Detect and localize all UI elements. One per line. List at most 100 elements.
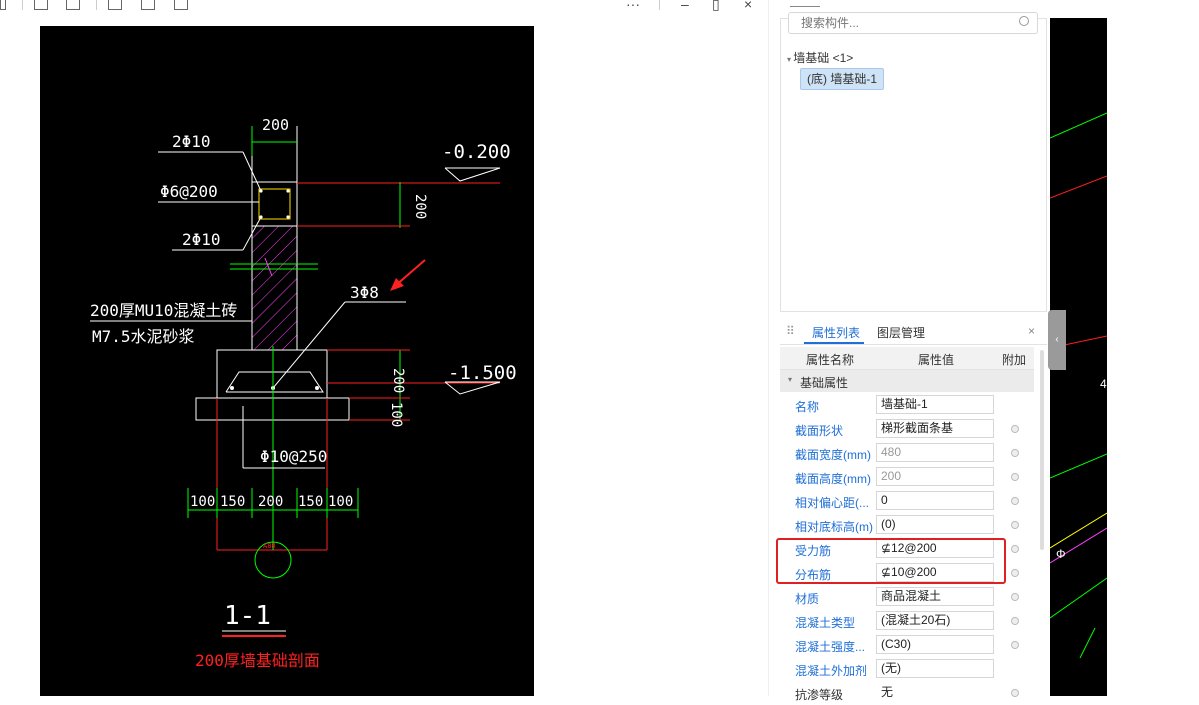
prop-value[interactable]: (混凝土20石) — [876, 611, 994, 630]
tree-root-label: 墙基础 <1> — [793, 51, 854, 65]
cad-drawing-viewport[interactable]: 200 -0.200 200 2Φ10 Φ6@200 2Φ10 200厚MU10… — [40, 26, 534, 696]
tab-property-list[interactable]: 属性列表 — [812, 324, 860, 341]
prop-row[interactable]: 截面形状 梯形截面条基 — [780, 417, 1034, 441]
prop-value[interactable]: (无) — [876, 659, 994, 678]
wall-label-2: M7.5水泥砂浆 — [92, 327, 195, 346]
prop-row[interactable]: 抗渗等级 无 — [780, 681, 1034, 705]
prop-row[interactable]: 混凝土强度... (C30) — [780, 633, 1034, 657]
prop-row[interactable]: 混凝土外加剂 (无) — [780, 657, 1034, 681]
extra-checkbox[interactable] — [1011, 497, 1019, 505]
col-value: 属性值 — [918, 353, 955, 367]
dim-bottom-5: 100 — [328, 494, 353, 510]
prop-row[interactable]: 相对偏心距(... 0 — [780, 489, 1034, 513]
edit-icon[interactable] — [66, 0, 80, 10]
prop-value[interactable]: 0 — [876, 491, 994, 510]
component-search-input[interactable] — [799, 13, 1013, 33]
extra-checkbox[interactable] — [1011, 593, 1019, 601]
prop-value[interactable]: 200 — [876, 467, 994, 486]
dim-top: 200 — [262, 116, 289, 134]
toolbar-divider — [96, 0, 97, 10]
prop-name: 材质 — [795, 592, 820, 606]
prop-value[interactable]: (C30) — [876, 635, 994, 654]
maximize-button[interactable]: ▯ — [712, 0, 720, 11]
dim-beam: 200 — [412, 194, 428, 219]
prop-value[interactable]: 480 — [876, 443, 994, 462]
prop-name: 截面宽度(mm) — [795, 448, 871, 462]
bottom-rebar-label: Φ10@250 — [260, 447, 327, 466]
section-mark: 1-1 — [224, 601, 271, 631]
rebar-bottom-label: 2Φ10 — [182, 230, 221, 249]
group-collapse-icon[interactable]: ▾ — [788, 375, 792, 384]
dim-cushion: 100 — [388, 402, 404, 427]
prop-row[interactable]: 相对底标高(m) (0) — [780, 513, 1034, 537]
props-table-header: 属性名称 属性值 附加 — [780, 347, 1034, 370]
elev-bottom: -1.500 — [448, 362, 517, 384]
tab-layer-management[interactable]: 图层管理 — [877, 324, 925, 341]
extra-checkbox[interactable] — [1011, 521, 1019, 529]
dim-bottom-4: 150 — [298, 494, 323, 510]
toolbar-divider — [22, 0, 23, 10]
axis-circle-label: A88 — [263, 542, 276, 550]
extra-checkbox[interactable] — [1011, 545, 1019, 553]
minimize-button[interactable]: – — [681, 0, 689, 11]
transform-icon[interactable] — [141, 0, 155, 10]
extra-checkbox[interactable] — [1011, 425, 1019, 433]
panel-top-icons[interactable] — [790, 0, 820, 7]
prop-row[interactable]: 截面高度(mm) 200 — [780, 465, 1034, 489]
rebar-3-label: 3Φ8 — [350, 283, 379, 302]
elev-top: -0.200 — [442, 141, 511, 163]
highlight-box — [776, 538, 1006, 584]
prop-name: 截面高度(mm) — [795, 472, 871, 486]
extra-checkbox[interactable] — [1011, 569, 1019, 577]
prop-value[interactable]: 商品混凝土 — [876, 587, 994, 606]
svg-text:4: 4 — [1100, 377, 1107, 391]
new-icon[interactable] — [34, 0, 48, 10]
drawing-caption: 200厚墙基础剖面 — [195, 651, 320, 670]
svg-text:Φ: Φ — [1056, 547, 1066, 561]
close-button[interactable]: × — [744, 0, 752, 11]
col-name: 属性名称 — [806, 353, 855, 367]
prop-name: 相对底标高(m) — [795, 520, 873, 534]
prop-value[interactable]: (0) — [876, 515, 994, 534]
foundation-section-drawing: 200 -0.200 200 2Φ10 Φ6@200 2Φ10 200厚MU10… — [90, 116, 517, 670]
rebar-top-label: 2Φ10 — [172, 132, 211, 151]
stirrup-label: Φ6@200 — [160, 182, 218, 201]
prop-value[interactable]: 无 — [876, 683, 994, 702]
toolbar-divider — [659, 0, 660, 10]
extra-checkbox[interactable] — [1011, 449, 1019, 457]
tree-root-wall-foundation[interactable]: ▾ 墙基础 <1> — [787, 49, 853, 66]
prop-value[interactable]: 墙基础-1 — [876, 395, 994, 414]
close-icon[interactable]: × — [1028, 324, 1035, 338]
extra-checkbox[interactable] — [1011, 473, 1019, 481]
window-divider — [768, 0, 769, 696]
extra-checkbox[interactable] — [1011, 617, 1019, 625]
prop-name: 混凝土外加剂 — [795, 664, 868, 678]
search-icon[interactable] — [1019, 16, 1029, 26]
download-icon[interactable] — [174, 0, 188, 10]
group-basic-properties[interactable]: ▾ 基础属性 — [780, 370, 1034, 392]
more-button[interactable]: ··· — [626, 0, 640, 11]
prop-row[interactable]: 名称 墙基础-1 — [780, 393, 1034, 417]
wall-label-1: 200厚MU10混凝土砖 — [90, 301, 237, 320]
extra-checkbox[interactable] — [1011, 641, 1019, 649]
tree-item-wall-foundation-1[interactable]: (底) 墙基础-1 — [800, 68, 884, 90]
props-scrollbar[interactable] — [1040, 350, 1044, 550]
prop-name: 抗渗等级 — [795, 688, 844, 702]
active-tab-underline — [804, 342, 864, 344]
dim-bottom-2: 150 — [220, 494, 245, 510]
prop-name: 混凝土强度... — [795, 640, 866, 654]
drag-handle-icon[interactable]: ⠿ — [786, 324, 795, 338]
panel-collapse-handle[interactable]: ‹ — [1048, 310, 1066, 370]
prop-value[interactable]: 梯形截面条基 — [876, 419, 994, 438]
copy-icon[interactable] — [108, 0, 122, 10]
prop-row[interactable]: 截面宽度(mm) 480 — [780, 441, 1034, 465]
group-label: 基础属性 — [800, 376, 849, 390]
toolbar-icon-1[interactable] — [0, 0, 6, 10]
prop-name: 混凝土类型 — [795, 616, 856, 630]
prop-row[interactable]: 混凝土类型 (混凝土20石) — [780, 609, 1034, 633]
dim-footing: 200 — [390, 368, 406, 393]
component-search-box[interactable] — [788, 12, 1038, 34]
prop-row[interactable]: 材质 商品混凝土 — [780, 585, 1034, 609]
col-extra: 附加 — [1002, 353, 1027, 367]
prop-name: 名称 — [795, 400, 820, 414]
